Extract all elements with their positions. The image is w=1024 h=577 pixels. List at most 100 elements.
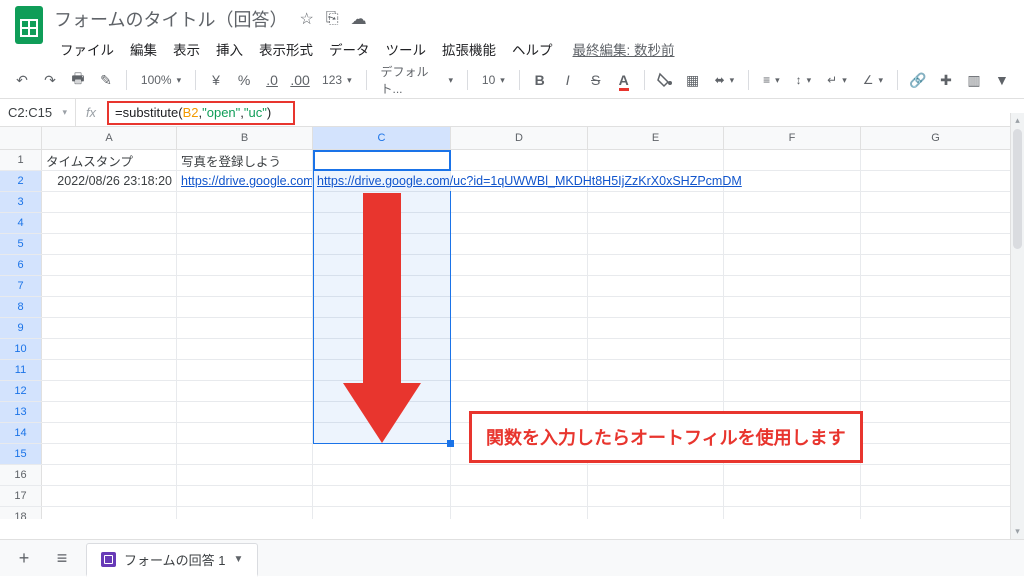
- menu-edit[interactable]: 編集: [124, 36, 163, 62]
- valign-btn[interactable]: ↕: [790, 67, 818, 93]
- menu-file[interactable]: ファイル: [54, 36, 120, 62]
- all-sheets-btn[interactable]: ≡: [48, 548, 76, 569]
- italic-btn[interactable]: I: [556, 67, 580, 93]
- cell[interactable]: [588, 297, 724, 317]
- cell[interactable]: [861, 213, 1011, 233]
- font-size-select[interactable]: 10: [476, 67, 511, 93]
- menu-help[interactable]: ヘルプ: [506, 36, 559, 62]
- text-color-btn[interactable]: A: [612, 67, 636, 93]
- paint-format-icon[interactable]: ✎: [94, 67, 118, 93]
- cell[interactable]: [177, 507, 313, 519]
- move-icon[interactable]: ⎘: [326, 10, 339, 28]
- merge-btn[interactable]: ⬌: [709, 67, 741, 93]
- row-header[interactable]: 3: [0, 192, 42, 212]
- row-header[interactable]: 13: [0, 402, 42, 422]
- row-header[interactable]: 18: [0, 507, 42, 519]
- cell[interactable]: [588, 255, 724, 275]
- cell[interactable]: [588, 381, 724, 401]
- cell[interactable]: [861, 444, 1011, 464]
- cell[interactable]: [724, 486, 861, 506]
- dec-decrease-btn[interactable]: .0: [260, 67, 284, 93]
- cell[interactable]: [724, 507, 861, 519]
- cell[interactable]: 2022/08/26 23:18:20: [42, 171, 177, 191]
- cell[interactable]: [861, 465, 1011, 485]
- cell[interactable]: [313, 255, 451, 275]
- fill-color-btn[interactable]: [653, 67, 677, 93]
- percent-btn[interactable]: %: [232, 67, 256, 93]
- row-header[interactable]: 8: [0, 297, 42, 317]
- row-header[interactable]: 15: [0, 444, 42, 464]
- bold-btn[interactable]: B: [528, 67, 552, 93]
- menu-extensions[interactable]: 拡張機能: [436, 36, 502, 62]
- cell[interactable]: [451, 297, 588, 317]
- col-header[interactable]: E: [588, 127, 724, 149]
- cell[interactable]: [451, 192, 588, 212]
- borders-btn[interactable]: ▦: [681, 67, 705, 93]
- cell[interactable]: [724, 192, 861, 212]
- cell[interactable]: [42, 339, 177, 359]
- cell[interactable]: [42, 507, 177, 519]
- cell[interactable]: [861, 192, 1011, 212]
- select-all-corner[interactable]: [0, 127, 42, 149]
- cloud-icon[interactable]: ☁: [351, 9, 367, 29]
- col-header[interactable]: C: [313, 127, 451, 149]
- cell[interactable]: [313, 465, 451, 485]
- menu-format[interactable]: 表示形式: [253, 36, 319, 62]
- cell[interactable]: [588, 486, 724, 506]
- cell[interactable]: [451, 234, 588, 254]
- cell[interactable]: [861, 360, 1011, 380]
- cell[interactable]: [451, 360, 588, 380]
- cell[interactable]: [42, 213, 177, 233]
- cell[interactable]: 写真を登録しよう: [177, 150, 313, 170]
- menu-data[interactable]: データ: [323, 36, 376, 62]
- cell[interactable]: [42, 318, 177, 338]
- cell[interactable]: [42, 192, 177, 212]
- cell[interactable]: [42, 444, 177, 464]
- dec-increase-btn[interactable]: .00: [288, 67, 312, 93]
- cell[interactable]: [861, 150, 1011, 170]
- cell[interactable]: [313, 507, 451, 519]
- cell[interactable]: [177, 192, 313, 212]
- row-header[interactable]: 11: [0, 360, 42, 380]
- row-header[interactable]: 5: [0, 234, 42, 254]
- cell[interactable]: [861, 339, 1011, 359]
- cell[interactable]: [313, 360, 451, 380]
- cell[interactable]: [724, 318, 861, 338]
- cell[interactable]: [451, 486, 588, 506]
- cell[interactable]: [588, 234, 724, 254]
- cell[interactable]: [313, 381, 451, 401]
- cell[interactable]: [177, 402, 313, 422]
- rotate-btn[interactable]: ∠: [857, 67, 889, 93]
- cell[interactable]: [313, 486, 451, 506]
- cell[interactable]: [861, 381, 1011, 401]
- currency-btn[interactable]: ¥: [204, 67, 228, 93]
- halign-btn[interactable]: ≡: [757, 67, 786, 93]
- menu-tools[interactable]: ツール: [380, 36, 433, 62]
- cell[interactable]: https://drive.google.com/open?id=...: [177, 171, 313, 191]
- cell[interactable]: [42, 423, 177, 443]
- row-header[interactable]: 9: [0, 318, 42, 338]
- cell[interactable]: [724, 255, 861, 275]
- cell[interactable]: [313, 423, 451, 443]
- cell[interactable]: [313, 339, 451, 359]
- print-icon[interactable]: 🖶: [66, 67, 90, 93]
- doc-title[interactable]: フォームのタイトル（回答）: [54, 6, 287, 32]
- cell[interactable]: [451, 381, 588, 401]
- cell[interactable]: [451, 339, 588, 359]
- cell[interactable]: [724, 360, 861, 380]
- cell[interactable]: [724, 276, 861, 296]
- cell[interactable]: [177, 486, 313, 506]
- col-header[interactable]: G: [861, 127, 1011, 149]
- cell[interactable]: [724, 465, 861, 485]
- cell[interactable]: [588, 339, 724, 359]
- cell[interactable]: [177, 318, 313, 338]
- row-header[interactable]: 14: [0, 423, 42, 443]
- cell[interactable]: [451, 276, 588, 296]
- row-header[interactable]: 6: [0, 255, 42, 275]
- cell[interactable]: [177, 255, 313, 275]
- cell[interactable]: [177, 276, 313, 296]
- cell[interactable]: [313, 276, 451, 296]
- cell[interactable]: [861, 255, 1011, 275]
- grid[interactable]: A B C D E F G 1タイムスタンプ写真を登録しようフィジカルカラム22…: [0, 127, 1024, 519]
- font-select[interactable]: デフォルト...: [375, 67, 459, 93]
